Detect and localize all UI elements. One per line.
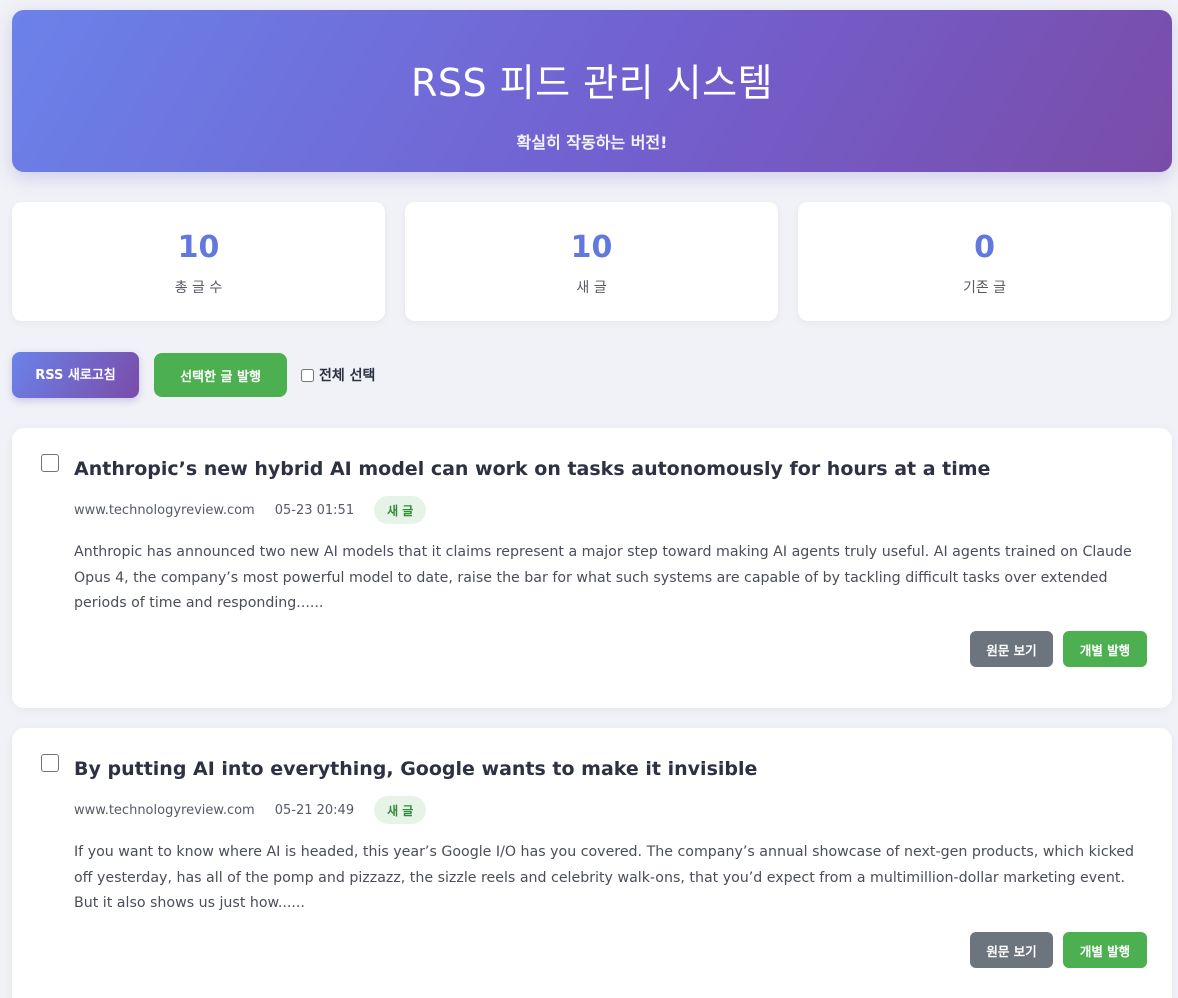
article-summary: Anthropic has announced two new AI model…: [74, 544, 1132, 611]
stat-value: 10: [177, 230, 220, 265]
view-original-button[interactable]: 원문 보기: [970, 932, 1053, 968]
stat-total-posts: 10 총 글 수: [12, 202, 385, 321]
view-original-button[interactable]: 원문 보기: [970, 631, 1053, 667]
status-badge: 새 글: [374, 496, 427, 524]
publish-individual-button[interactable]: 개별 발행: [1063, 631, 1147, 667]
rss-refresh-button[interactable]: RSS 새로고침: [12, 352, 139, 398]
page-subtitle: 확실히 작동하는 버전!: [516, 133, 668, 152]
article-title: By putting AI into everything, Google wa…: [74, 758, 758, 780]
select-all-checkbox[interactable]: [301, 368, 314, 382]
article-card: Anthropic’s new hybrid AI model can work…: [12, 428, 1172, 708]
stat-existing-posts: 0 기존 글: [798, 202, 1171, 321]
article-actions: 원문 보기 개별 발행: [970, 631, 1147, 667]
stat-label: 총 글 수: [174, 280, 223, 296]
status-badge: 새 글: [374, 796, 427, 824]
article-card: By putting AI into everything, Google wa…: [12, 728, 1172, 998]
select-all-label: 전체 선택: [319, 368, 376, 384]
article-source: www.technologyreview.com: [74, 502, 255, 518]
article-source: www.technologyreview.com: [74, 802, 255, 818]
stat-label: 새 글: [576, 280, 607, 296]
stat-label: 기존 글: [962, 280, 1007, 296]
article-meta: www.technologyreview.com 05-21 20:49 새 글: [74, 796, 427, 824]
article-actions: 원문 보기 개별 발행: [970, 932, 1147, 968]
publish-selected-button[interactable]: 선택한 글 발행: [154, 353, 287, 397]
publish-individual-button[interactable]: 개별 발행: [1063, 932, 1147, 968]
stat-value: 10: [570, 230, 613, 265]
select-all-control[interactable]: 전체 선택: [301, 365, 375, 385]
article-date: 05-23 01:51: [274, 502, 355, 518]
article-checkbox[interactable]: [41, 754, 59, 772]
header-banner: RSS 피드 관리 시스템 확실히 작동하는 버전!: [12, 10, 1172, 172]
article-checkbox[interactable]: [41, 454, 59, 472]
article-title: Anthropic’s new hybrid AI model can work…: [74, 458, 991, 480]
article-date: 05-21 20:49: [274, 802, 355, 818]
article-meta: www.technologyreview.com 05-23 01:51 새 글: [74, 496, 427, 524]
page-title: RSS 피드 관리 시스템: [410, 61, 774, 105]
page: RSS 피드 관리 시스템 확실히 작동하는 버전! 10 총 글 수 10 새…: [0, 0, 1178, 998]
article-summary: If you want to know where AI is headed, …: [74, 844, 1135, 911]
stat-new-posts: 10 새 글: [405, 202, 778, 321]
stat-value: 0: [974, 230, 995, 265]
